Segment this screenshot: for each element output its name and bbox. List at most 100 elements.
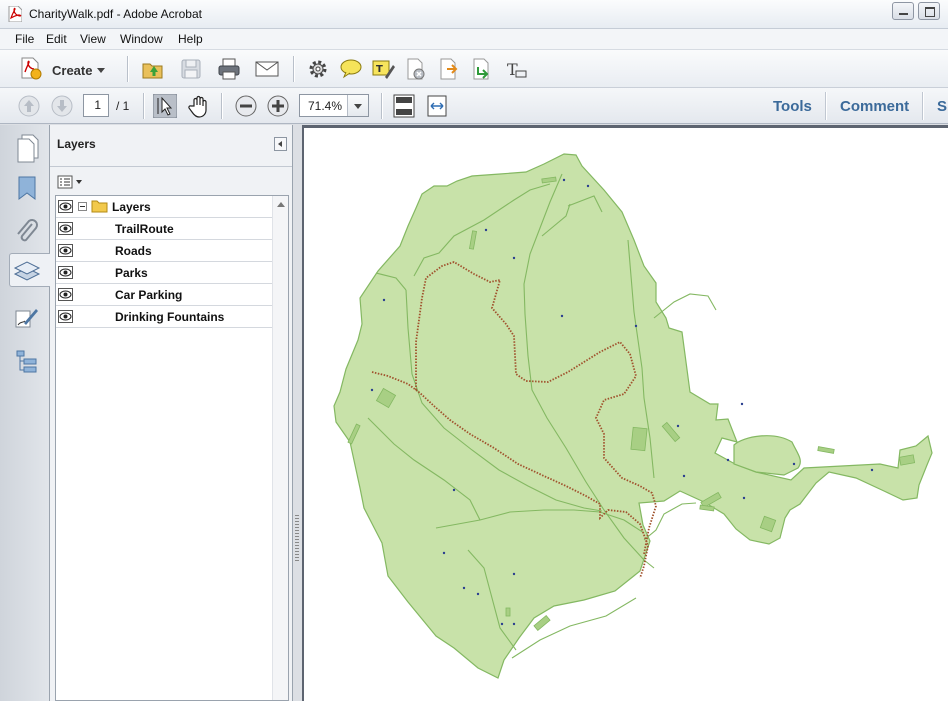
attachments-icon[interactable] — [10, 215, 44, 249]
layer-row-drinking-fountains[interactable]: Drinking Fountains — [56, 306, 272, 328]
zoom-level-select[interactable]: 71.4% — [299, 94, 369, 117]
car-park — [630, 426, 648, 452]
settings-icon[interactable] — [306, 57, 330, 81]
drinking-fountain — [500, 622, 504, 626]
chevron-down-icon[interactable] — [97, 68, 105, 73]
eye-icon[interactable] — [58, 266, 73, 279]
page-total: / 1 — [116, 99, 130, 113]
highlight-icon[interactable]: T — [371, 57, 395, 81]
toolbar-separator — [381, 93, 382, 119]
navigation-pane-strip — [0, 125, 51, 701]
drinking-fountain — [586, 184, 590, 188]
car-park — [817, 446, 835, 454]
comment-icon[interactable] — [339, 57, 363, 81]
eye-icon[interactable] — [58, 222, 73, 235]
select-tool-icon[interactable] — [153, 94, 177, 118]
comment-panel-link[interactable]: Comment — [840, 98, 909, 115]
layer-row-trailroute[interactable]: TrailRoute — [56, 218, 272, 240]
drinking-fountain — [870, 468, 874, 472]
layer-row-parks[interactable]: Parks — [56, 262, 272, 284]
layers-tree: Layers TrailRoute Roads Parks Car Parkin… — [55, 195, 289, 701]
drinking-fountain — [634, 324, 638, 328]
drinking-fountain — [740, 402, 744, 406]
zoom-out-icon[interactable] — [234, 94, 258, 118]
layer-row-root[interactable]: Layers — [56, 196, 272, 218]
create-button[interactable]: Create — [52, 63, 92, 78]
drinking-fountain — [370, 388, 374, 392]
pane-splitter[interactable] — [293, 125, 302, 701]
layer-row-car-parking[interactable]: Car Parking — [56, 284, 272, 306]
drinking-fountain — [676, 424, 680, 428]
drinking-fountain — [462, 586, 466, 590]
drinking-fountain — [562, 178, 566, 182]
menu-window[interactable]: Window — [120, 32, 163, 46]
layer-label: Roads — [115, 244, 152, 258]
content-tree-icon[interactable] — [10, 345, 44, 379]
eye-icon[interactable] — [58, 310, 73, 323]
extract-icon[interactable] — [470, 57, 494, 81]
collapse-toggle[interactable] — [78, 202, 87, 211]
fit-width-icon[interactable] — [425, 94, 449, 118]
email-icon[interactable] — [255, 57, 279, 81]
drinking-fountain — [484, 228, 488, 232]
menu-edit[interactable]: Edit — [46, 32, 67, 46]
fit-page-icon[interactable] — [392, 94, 416, 118]
layer-row-roads[interactable]: Roads — [56, 240, 272, 262]
splitter-grip[interactable] — [295, 515, 299, 561]
zoom-in-icon[interactable] — [266, 94, 290, 118]
drinking-fountain — [682, 474, 686, 478]
toolbar-separator — [922, 92, 923, 120]
drinking-fountain — [452, 488, 456, 492]
minimize-button[interactable] — [892, 2, 914, 20]
options-menu-icon[interactable] — [57, 174, 85, 190]
menu-view[interactable]: View — [80, 32, 106, 46]
maximize-button[interactable] — [918, 2, 940, 20]
drinking-fountain — [792, 462, 796, 466]
zoom-value: 71.4% — [308, 99, 343, 113]
eye-icon[interactable] — [58, 288, 73, 301]
chevron-down-icon[interactable] — [347, 95, 368, 116]
bookmarks-icon[interactable] — [10, 172, 44, 206]
layer-label: Parks — [115, 266, 148, 280]
drinking-fountain — [742, 496, 746, 500]
drinking-fountain — [512, 256, 516, 260]
park-map — [333, 153, 933, 679]
drinking-fountain — [476, 592, 480, 596]
car-park — [505, 607, 511, 617]
export-icon[interactable] — [437, 57, 461, 81]
scroll-up-icon[interactable] — [277, 202, 285, 207]
page-number-input[interactable]: 1 — [83, 94, 109, 117]
next-page-icon[interactable] — [50, 94, 74, 118]
scrollbar[interactable] — [272, 196, 288, 700]
save-icon[interactable] — [179, 57, 203, 81]
drinking-fountain — [560, 314, 564, 318]
delete-page-icon[interactable] — [404, 57, 428, 81]
acrobat-pdf-icon — [8, 6, 22, 22]
pdf-page — [304, 128, 948, 701]
print-icon[interactable] — [217, 57, 241, 81]
open-icon[interactable] — [141, 57, 165, 81]
tools-panel-link[interactable]: Tools — [773, 98, 812, 115]
menu-bar: File Edit View Window Help — [0, 29, 948, 50]
drinking-fountain — [726, 458, 730, 462]
layer-label: Layers — [112, 200, 151, 214]
create-pdf-icon[interactable] — [19, 56, 43, 80]
hand-tool-icon[interactable] — [187, 94, 211, 118]
page-thumbnails-icon[interactable] — [10, 131, 44, 165]
layers-tab-button[interactable] — [9, 253, 51, 287]
toolbar-separator — [127, 56, 128, 82]
toolbar-separator — [221, 93, 222, 119]
typewriter-icon[interactable]: T — [504, 57, 528, 81]
eye-icon[interactable] — [58, 200, 73, 213]
panel-divider — [50, 166, 292, 167]
menu-file[interactable]: File — [15, 32, 34, 46]
previous-page-icon[interactable] — [17, 94, 41, 118]
window-title: CharityWalk.pdf - Adobe Acrobat — [29, 7, 202, 21]
menu-help[interactable]: Help — [178, 32, 203, 46]
share-panel-link[interactable]: Sh — [937, 98, 948, 115]
signatures-icon[interactable] — [10, 301, 44, 335]
folder-icon — [91, 200, 108, 213]
toolbar-separator — [825, 92, 826, 120]
eye-icon[interactable] — [58, 244, 73, 257]
collapse-panel-button[interactable] — [274, 137, 287, 151]
